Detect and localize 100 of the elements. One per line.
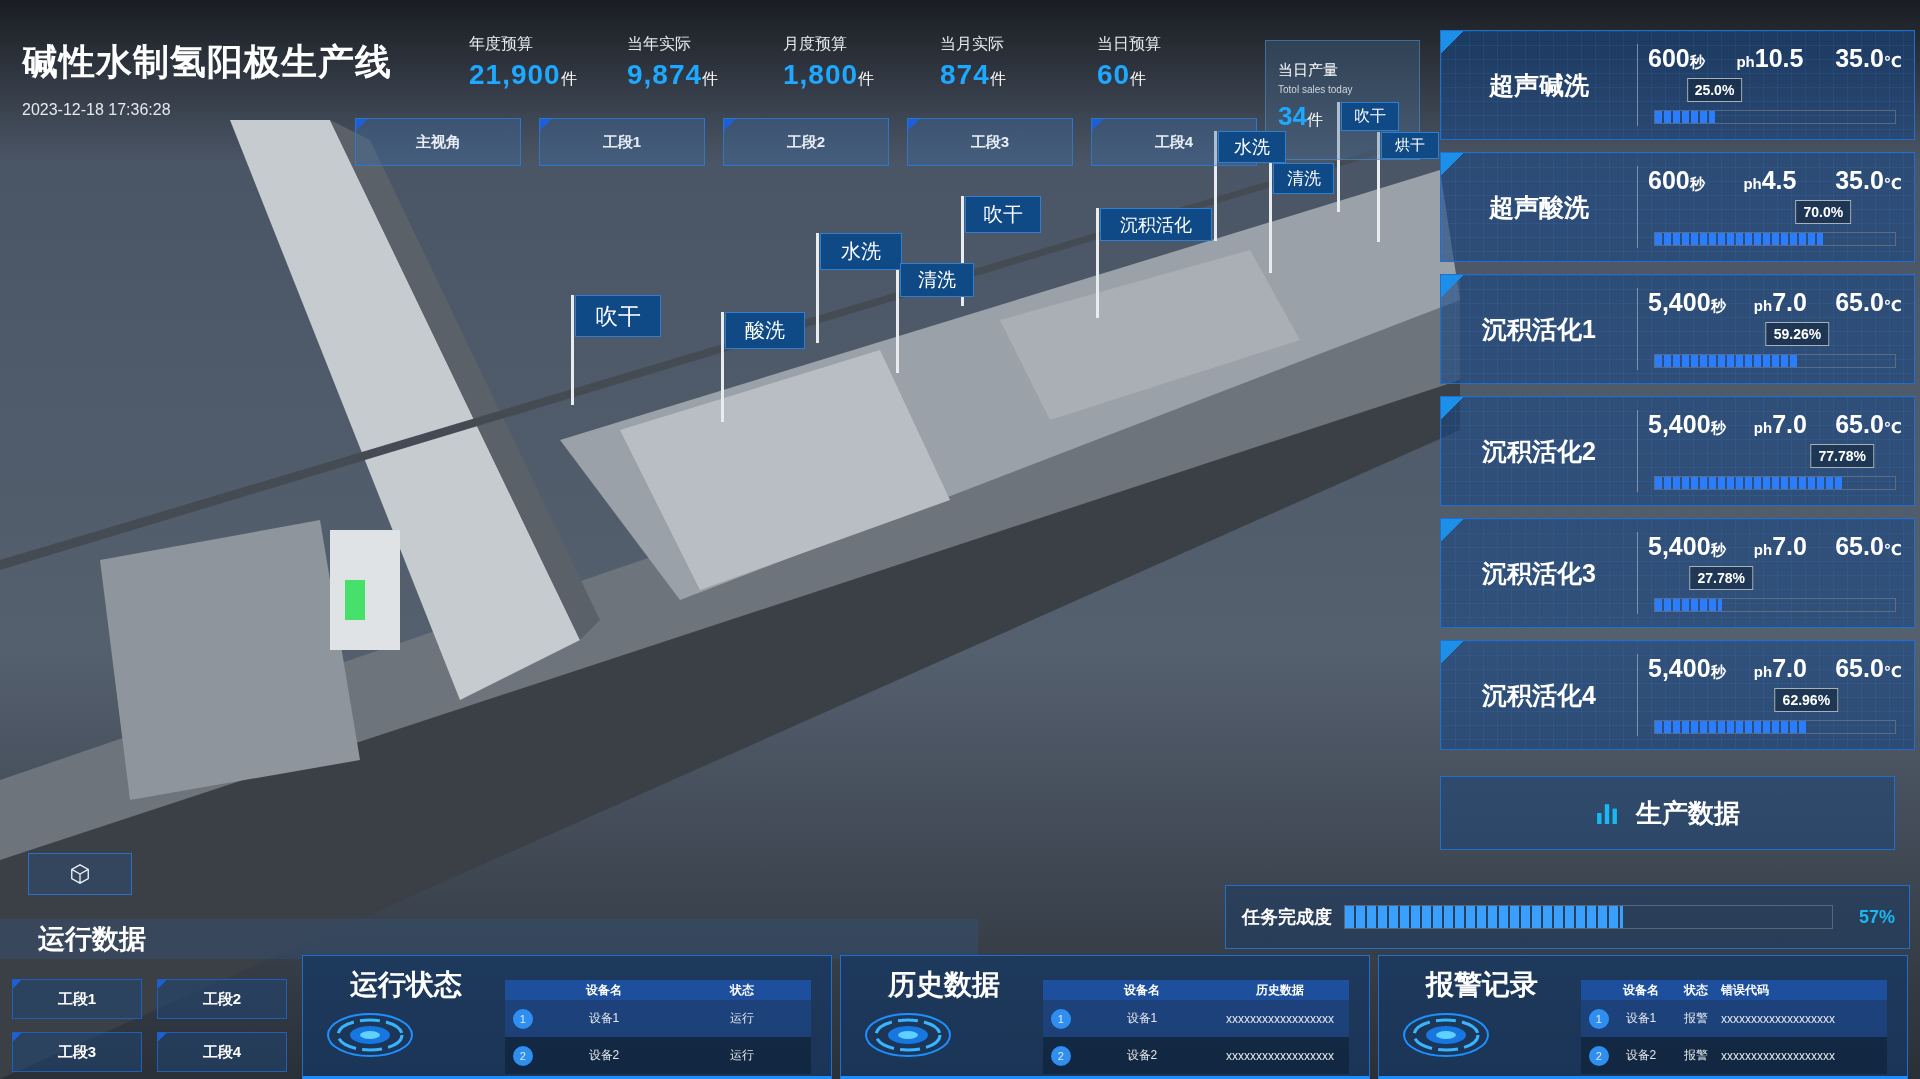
bar-chart-icon	[1595, 802, 1618, 824]
station-name: 沉积活化1	[1481, 313, 1597, 345]
ph-reading: ph4.5	[1743, 166, 1797, 195]
stat-label: 年度预算	[469, 34, 534, 54]
temperature-reading: 35.0℃	[1835, 166, 1902, 195]
ph-reading: ph7.0	[1753, 288, 1807, 317]
ph-reading: ph10.5	[1736, 44, 1804, 73]
percent-tooltip: 27.78%	[1689, 566, 1753, 590]
station-name: 沉积活化4	[1481, 679, 1597, 711]
temperature-reading: 65.0℃	[1835, 410, 1902, 439]
time-reading: 600秒	[1648, 166, 1705, 195]
row-number: 1	[512, 1008, 533, 1029]
table-cell-text: 设备2	[1125, 1047, 1159, 1064]
panel-title: 历史数据	[886, 968, 1001, 1002]
station-flag: 沉积活化	[1100, 208, 1212, 241]
task-label: 任务完成度	[1242, 906, 1332, 929]
column-header: 错误代码	[1720, 981, 1770, 999]
table-cell-text: 设备2	[1624, 1047, 1658, 1064]
table-cell-text: 运行	[728, 1047, 755, 1064]
time-reading: 5,400秒	[1648, 654, 1726, 683]
stat-value: 21,900件	[469, 59, 578, 91]
column-header: 历史数据	[1254, 981, 1305, 999]
panel-title: 报警记录	[1424, 968, 1539, 1002]
row-number: 2	[1050, 1045, 1071, 1066]
dashboard-title: 碱性水制氢阳极生产线	[22, 40, 392, 84]
stat-value: 874件	[940, 59, 1007, 91]
time-reading: 600秒	[1648, 44, 1705, 73]
time-reading: 5,400秒	[1648, 532, 1726, 561]
column-header: 设备名	[1122, 981, 1161, 999]
table-cell-text: xxxxxxxxxxxxxxxxxx	[1224, 1011, 1335, 1026]
view-tab[interactable]: 工段3	[907, 118, 1073, 166]
percent-tooltip: 25.0%	[1686, 78, 1743, 102]
percent-tooltip: 59.26%	[1765, 322, 1830, 346]
percent-tooltip: 62.96%	[1774, 688, 1839, 712]
station-flag: 烘干	[1381, 132, 1439, 159]
column-header: 状态	[728, 981, 755, 999]
column-header: 状态	[1682, 981, 1709, 999]
table-cell-text: xxxxxxxxxxxxxxxxxxx	[1720, 1011, 1836, 1026]
table-cell-text: 设备1	[1624, 1010, 1658, 1027]
datetime: 2023-12-18 17:36:28	[22, 101, 172, 119]
panel-title: 运行状态	[348, 968, 463, 1002]
station-flag: 水洗	[820, 233, 902, 270]
ph-reading: ph7.0	[1753, 654, 1807, 683]
row-number: 2	[1588, 1045, 1609, 1066]
column-header: 设备名	[1621, 981, 1660, 999]
radar-ring-icon	[325, 1010, 415, 1060]
temperature-reading: 65.0℃	[1835, 532, 1902, 561]
row-number: 2	[512, 1045, 533, 1066]
3d-view-button[interactable]	[28, 853, 132, 895]
station-flag: 吹干	[965, 196, 1041, 233]
table-cell-text: 报警	[1682, 1047, 1709, 1064]
station-flag: 清洗	[1273, 163, 1334, 194]
station-name: 超声碱洗	[1488, 69, 1590, 101]
table-cell-text: 设备1	[587, 1010, 621, 1027]
ph-reading: ph7.0	[1753, 532, 1807, 561]
section-button[interactable]: 工段1	[12, 979, 142, 1019]
section-button[interactable]: 工段2	[157, 979, 287, 1019]
table-cell-text: 设备1	[1125, 1010, 1159, 1027]
temperature-reading: 65.0℃	[1835, 654, 1902, 683]
view-tab[interactable]: 主视角	[355, 118, 521, 166]
table-cell-text: 报警	[1682, 1010, 1709, 1027]
row-number: 1	[1588, 1008, 1609, 1029]
station-name: 沉积活化3	[1481, 557, 1597, 589]
station-name: 沉积活化2	[1481, 435, 1597, 467]
station-flag: 吹干	[575, 295, 661, 337]
daily-output-sublabel: Totol sales today	[1278, 84, 1354, 95]
section-button[interactable]: 工段4	[157, 1032, 287, 1072]
table-cell-text: 设备2	[587, 1047, 621, 1064]
stat-label: 当年实际	[627, 34, 692, 54]
view-tab[interactable]: 工段1	[539, 118, 705, 166]
table-cell-text: xxxxxxxxxxxxxxxxxxx	[1720, 1048, 1836, 1063]
section-title: 运行数据	[38, 923, 146, 956]
column-header: 设备名	[584, 981, 623, 999]
time-reading: 5,400秒	[1648, 410, 1726, 439]
ph-reading: ph7.0	[1753, 410, 1807, 439]
stat-value: 60件	[1097, 59, 1149, 91]
station-flag: 酸洗	[725, 312, 805, 349]
stat-label: 当日预算	[1097, 34, 1161, 54]
radar-ring-icon	[863, 1010, 953, 1060]
daily-output-label: 当日产量	[1278, 61, 1339, 80]
temperature-reading: 65.0℃	[1835, 288, 1902, 317]
task-percent: 57%	[1857, 906, 1895, 928]
production-data-button[interactable]: 生产数据	[1440, 776, 1895, 850]
radar-ring-icon	[1401, 1010, 1491, 1060]
table-cell-text: 运行	[728, 1010, 755, 1027]
temperature-reading: 35.0℃	[1835, 44, 1902, 73]
section-button[interactable]: 工段3	[12, 1032, 142, 1072]
row-number: 1	[1050, 1008, 1071, 1029]
stat-label: 当月实际	[940, 34, 1005, 54]
cube-icon	[69, 863, 91, 885]
station-flag: 清洗	[900, 263, 974, 297]
percent-tooltip: 70.0%	[1795, 200, 1852, 224]
percent-tooltip: 77.78%	[1810, 444, 1874, 468]
station-flag: 吹干	[1341, 102, 1399, 131]
daily-output-value: 34件	[1278, 101, 1323, 132]
time-reading: 5,400秒	[1648, 288, 1726, 317]
stat-value: 9,874件	[627, 59, 720, 91]
station-name: 超声酸洗	[1488, 191, 1590, 223]
stat-label: 月度预算	[783, 34, 848, 54]
view-tab[interactable]: 工段2	[723, 118, 889, 166]
